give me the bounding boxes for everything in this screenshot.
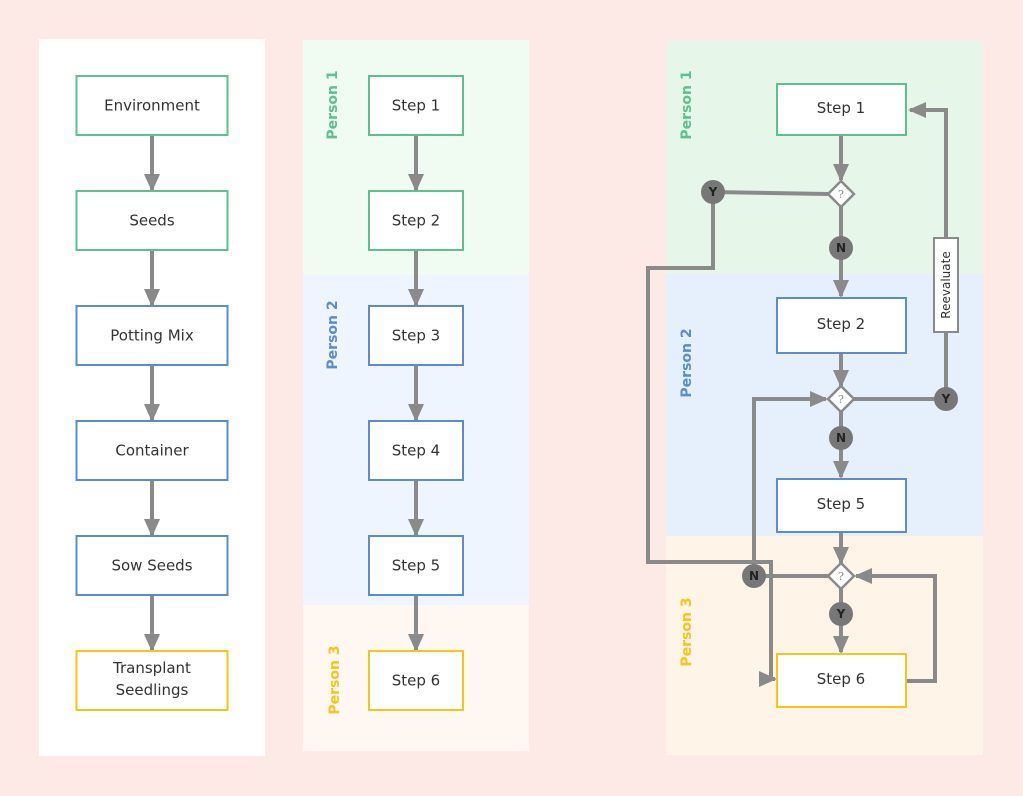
step-box[interactable]: Step 1 — [368, 75, 464, 136]
step-box[interactable]: Step 5 — [776, 478, 907, 533]
step-label: Step 3 — [392, 327, 440, 345]
step-box[interactable]: Step 2 — [776, 297, 907, 354]
step-box[interactable]: Step 6 — [368, 650, 464, 711]
step-box[interactable]: Seeds — [75, 190, 229, 251]
reevaluate-label: Reevaluate — [939, 251, 953, 318]
lane-label-person-2: Person 2 — [325, 300, 341, 369]
lane-label-person-3: Person 3 — [327, 645, 343, 714]
no-label: N — [836, 431, 846, 445]
flowchart-canvas: Environment Seeds Potting Mix Container Sow … — [39, 39, 983, 756]
step-box[interactable]: Environment — [75, 75, 229, 136]
yes-node: Y — [829, 602, 853, 626]
step-box[interactable]: Transplant Seedlings — [75, 650, 229, 711]
step-label: Step 5 — [817, 495, 865, 513]
step-label-line-2: Seedlings — [116, 681, 189, 699]
yes-label: Y — [708, 185, 718, 199]
lane-label-person-1: Person 1 — [325, 70, 341, 139]
no-node: N — [742, 564, 766, 588]
step-label: Step 5 — [392, 557, 440, 575]
diagram-3: Person 1 Person 2 Person 3 Step 1 Step 2… — [646, 41, 983, 755]
step-box[interactable]: Potting Mix — [75, 305, 229, 366]
step-box[interactable]: Sow Seeds — [75, 535, 229, 596]
yes-node: Y — [934, 387, 958, 411]
reevaluate-label-box[interactable]: Reevaluate — [933, 237, 959, 333]
step-label: Step 1 — [817, 99, 865, 117]
step-box[interactable]: Step 2 — [368, 190, 464, 251]
step-box[interactable]: Step 1 — [776, 83, 907, 136]
decision-label: ? — [838, 188, 844, 201]
step-label: Step 2 — [817, 315, 865, 333]
no-label: N — [749, 569, 759, 583]
step-label: Step 6 — [817, 670, 865, 688]
step-box[interactable]: Container — [75, 420, 229, 481]
step-label: Step 4 — [392, 442, 440, 460]
step-label: Step 2 — [392, 212, 440, 230]
no-node: N — [829, 236, 853, 260]
step-label: Potting Mix — [110, 327, 194, 345]
decision-label: ? — [838, 570, 844, 583]
decision-label: ? — [838, 393, 844, 406]
step-box[interactable]: Step 3 — [368, 305, 464, 366]
no-label: N — [836, 241, 846, 255]
lane-label-person-2: Person 2 — [679, 328, 695, 397]
no-node: N — [829, 426, 853, 450]
step-label-line-1: Transplant — [112, 659, 191, 677]
step-label: Container — [115, 442, 189, 460]
step-label: Sow Seeds — [111, 557, 192, 575]
step-label: Step 1 — [392, 97, 440, 115]
lane-label-person-1: Person 1 — [679, 70, 695, 139]
yes-label: Y — [941, 392, 951, 406]
step-box[interactable]: Step 5 — [368, 535, 464, 596]
step-label: Step 6 — [392, 672, 440, 690]
step-box[interactable]: Step 6 — [776, 653, 907, 708]
lane-label-person-3: Person 3 — [679, 597, 695, 666]
yes-node: Y — [701, 180, 725, 204]
diagram-2: Person 1 Person 2 Person 3 Step 1 Step 2 S… — [303, 40, 529, 751]
diagram-1: Environment Seeds Potting Mix Container Sow … — [39, 39, 265, 756]
step-label: Environment — [104, 97, 200, 115]
yes-label: Y — [836, 607, 846, 621]
step-box[interactable]: Step 4 — [368, 420, 464, 481]
step-label: Seeds — [129, 212, 175, 230]
